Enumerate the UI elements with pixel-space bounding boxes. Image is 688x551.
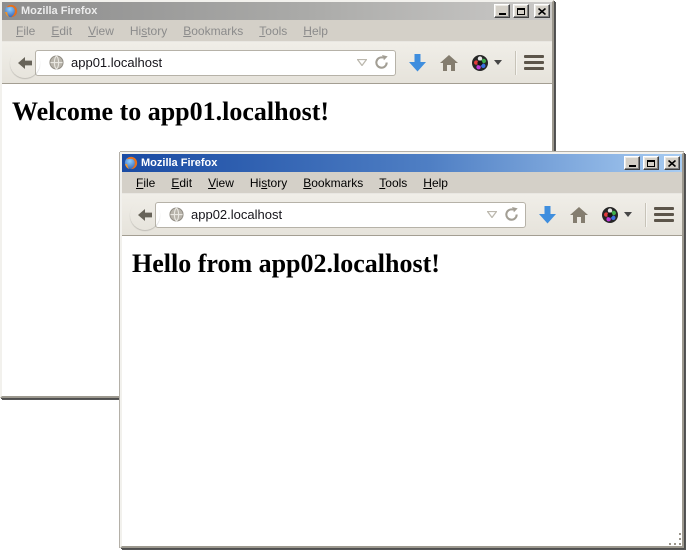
titlebar[interactable]: Mozilla Firefox xyxy=(2,2,552,20)
toolbar-separator xyxy=(515,51,516,75)
menu-view[interactable]: View xyxy=(80,22,122,40)
titlebar[interactable]: Mozilla Firefox xyxy=(122,154,682,172)
globe-icon xyxy=(169,207,184,222)
menu-file[interactable]: File xyxy=(128,174,163,192)
window-title: Mozilla Firefox xyxy=(21,5,491,17)
close-icon xyxy=(538,8,546,15)
dropdown-caret-icon xyxy=(624,212,632,217)
menu-help[interactable]: Help xyxy=(295,22,336,40)
hamburger-icon xyxy=(654,207,674,210)
back-arrow-icon xyxy=(18,57,32,69)
menu-bookmarks[interactable]: Bookmarks xyxy=(295,174,371,192)
dropdown-caret-icon xyxy=(494,60,502,65)
menu-bar: File Edit View History Bookmarks Tools H… xyxy=(2,20,552,42)
download-arrow-icon xyxy=(539,206,556,224)
menu-edit[interactable]: Edit xyxy=(163,174,200,192)
minimize-button[interactable] xyxy=(494,4,510,18)
reload-icon[interactable] xyxy=(374,55,389,70)
minimize-icon xyxy=(499,13,506,15)
menu-bar: File Edit View History Bookmarks Tools H… xyxy=(122,172,682,194)
window-title: Mozilla Firefox xyxy=(141,157,621,169)
home-button[interactable] xyxy=(440,55,458,71)
page-heading: Hello from app02.localhost! xyxy=(132,249,682,279)
page-heading: Welcome to app01.localhost! xyxy=(12,97,552,127)
menu-tools[interactable]: Tools xyxy=(371,174,415,192)
home-icon xyxy=(570,207,588,223)
maximize-button[interactable] xyxy=(643,156,659,170)
minimize-icon xyxy=(629,165,636,167)
download-arrow-icon xyxy=(409,54,426,72)
menu-history[interactable]: History xyxy=(242,174,295,192)
minimize-button[interactable] xyxy=(624,156,640,170)
menu-history[interactable]: History xyxy=(122,22,175,40)
toolbar-buttons xyxy=(539,203,674,227)
page-content: Hello from app02.localhost! xyxy=(122,236,682,546)
menu-help[interactable]: Help xyxy=(415,174,456,192)
maximize-icon xyxy=(517,8,525,15)
toolbar-separator xyxy=(645,203,646,227)
hamburger-icon xyxy=(524,55,544,58)
home-button[interactable] xyxy=(570,207,588,223)
color-wheel-icon xyxy=(602,206,621,224)
menu-file[interactable]: File xyxy=(8,22,43,40)
menu-edit[interactable]: Edit xyxy=(43,22,80,40)
menu-tools[interactable]: Tools xyxy=(251,22,295,40)
firefox-window-app02: Mozilla Firefox File Edit View History B… xyxy=(120,152,684,548)
firefox-logo-icon xyxy=(4,4,18,18)
navigation-toolbar: app01.localhost xyxy=(2,42,552,84)
urlbar-dropdown-icon[interactable] xyxy=(357,59,367,66)
home-icon xyxy=(440,55,458,71)
firefox-logo-icon xyxy=(124,156,138,170)
navigation-toolbar: app02.localhost xyxy=(122,194,682,236)
globe-icon xyxy=(49,55,64,70)
close-button[interactable] xyxy=(664,156,680,170)
menu-bookmarks[interactable]: Bookmarks xyxy=(175,22,251,40)
url-bar[interactable]: app02.localhost xyxy=(155,202,526,228)
desktop: Mozilla Firefox File Edit View History B… xyxy=(0,0,688,551)
reload-icon[interactable] xyxy=(504,207,519,222)
toolbar-buttons xyxy=(409,51,544,75)
close-button[interactable] xyxy=(534,4,550,18)
downloads-button[interactable] xyxy=(409,54,426,72)
resize-grip[interactable] xyxy=(667,531,681,545)
menu-panel-button[interactable] xyxy=(654,205,674,224)
back-button[interactable] xyxy=(130,200,160,230)
url-text: app02.localhost xyxy=(191,207,480,222)
downloads-button[interactable] xyxy=(539,206,556,224)
maximize-icon xyxy=(647,160,655,167)
color-wheel-icon xyxy=(472,54,491,72)
color-wheel-button[interactable] xyxy=(472,54,502,72)
back-arrow-icon xyxy=(138,209,152,221)
menu-view[interactable]: View xyxy=(200,174,242,192)
back-button[interactable] xyxy=(10,48,40,78)
close-icon xyxy=(668,160,676,167)
color-wheel-button[interactable] xyxy=(602,206,632,224)
menu-panel-button[interactable] xyxy=(524,53,544,72)
url-bar[interactable]: app01.localhost xyxy=(35,50,396,76)
urlbar-dropdown-icon[interactable] xyxy=(487,211,497,218)
maximize-button[interactable] xyxy=(513,4,529,18)
url-text: app01.localhost xyxy=(71,55,350,70)
